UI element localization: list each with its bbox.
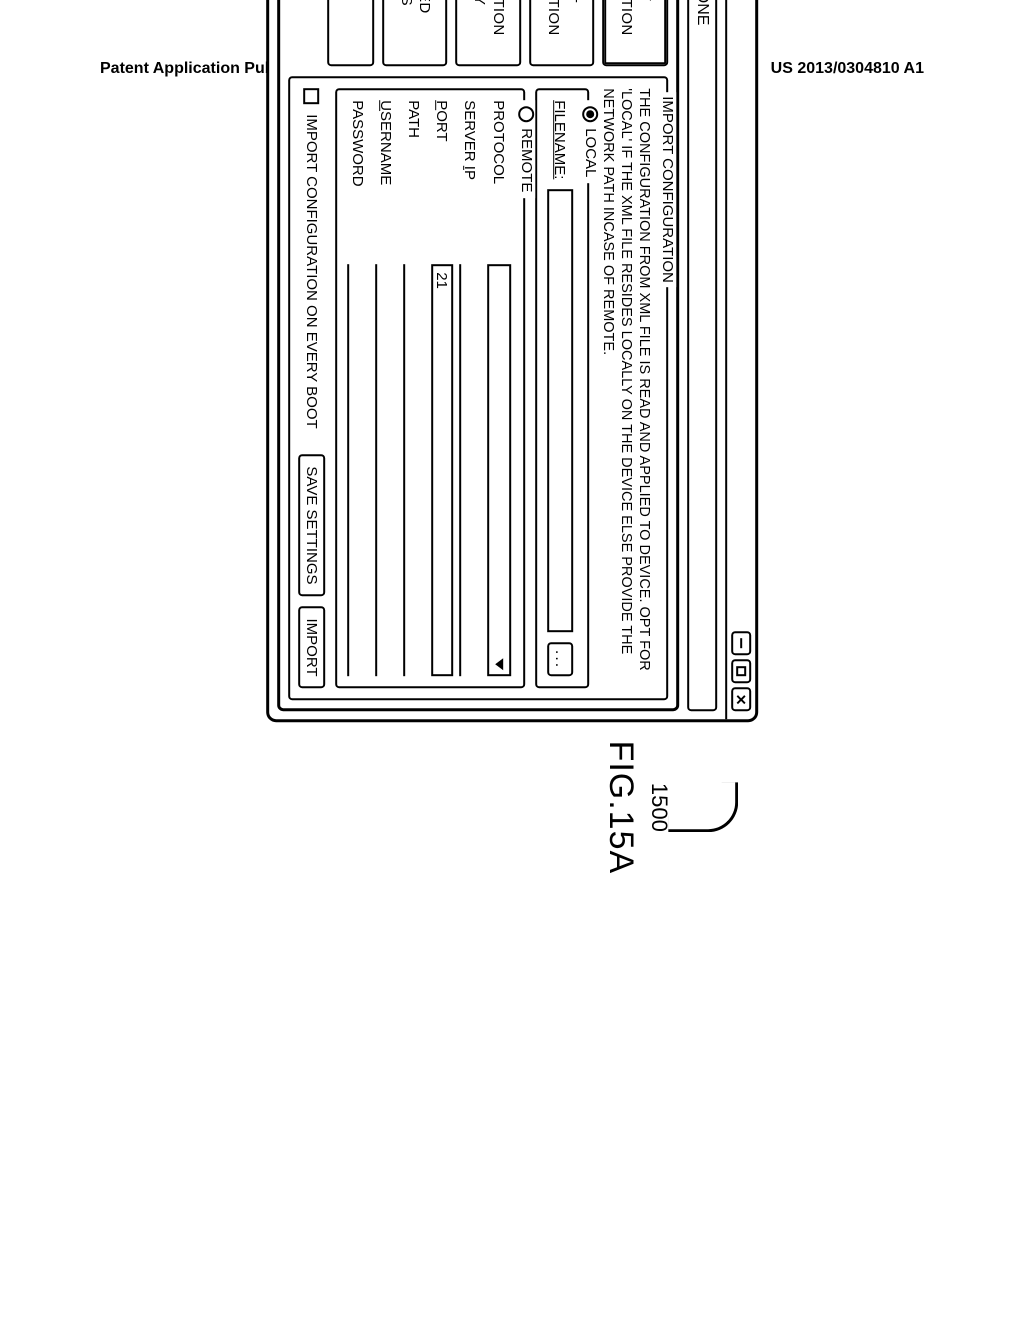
- close-button[interactable]: ✕: [731, 688, 751, 712]
- reference-callout: 1500 FIG.15A: [601, 741, 758, 875]
- reference-number: 1500: [646, 783, 672, 832]
- browse-button[interactable]: ...: [547, 643, 573, 677]
- sidebar: IMPORT CONFIGURATION EXPORT CONFIGURATIO…: [288, 0, 668, 66]
- local-group: LOCAL FILENAME: ...: [535, 88, 589, 688]
- filename-input[interactable]: [547, 189, 573, 632]
- protocol-select[interactable]: [487, 264, 511, 676]
- username-input[interactable]: [375, 264, 397, 676]
- port-input[interactable]: 21: [431, 264, 453, 676]
- username-label: USERNAME: [377, 100, 394, 250]
- local-radio[interactable]: [582, 106, 598, 122]
- import-button[interactable]: IMPORT: [298, 607, 325, 689]
- nav-advanced-options[interactable]: ADVANCED OPTIONS: [382, 0, 448, 66]
- active-xml-banner: ACTIVE XML: NONE: [687, 0, 717, 712]
- nav-configuration-history[interactable]: CONFIGURATION HISTORY: [456, 0, 522, 66]
- local-legend: LOCAL: [582, 128, 599, 177]
- nav-export-configuration[interactable]: EXPORT CONFIGURATION: [529, 0, 595, 66]
- main-frame: IMPORT CONFIGURATION EXPORT CONFIGURATIO…: [277, 0, 679, 712]
- figure-label: FIG.15A: [601, 741, 640, 875]
- remote-group: REMOTE PROTOCOL SERVER IP PORT: [335, 88, 525, 688]
- port-label: PORT: [433, 100, 450, 250]
- doc-header-right: US 2013/0304810 A1: [771, 60, 924, 78]
- chevron-down-icon: [495, 659, 503, 671]
- serverip-input[interactable]: [459, 264, 481, 676]
- titlebar: ◬ PYRAMID ✕: [725, 0, 755, 720]
- minimize-button[interactable]: [731, 632, 751, 656]
- nav-import-configuration[interactable]: IMPORT CONFIGURATION: [603, 0, 669, 66]
- protocol-label: PROTOCOL: [490, 100, 507, 250]
- import-on-boot-label: IMPORT CONFIGURATION ON EVERY BOOT: [303, 114, 320, 429]
- import-config-panel: IMPORT CONFIGURATION THE CONFIGURATION F…: [288, 76, 668, 700]
- save-settings-button[interactable]: SAVE SETTINGS: [298, 454, 325, 596]
- filename-label: FILENAME:: [551, 100, 568, 179]
- password-input[interactable]: [347, 264, 369, 676]
- path-input[interactable]: [403, 264, 425, 676]
- path-label: PATH: [405, 100, 422, 250]
- serverip-label: SERVER IP: [461, 100, 478, 250]
- maximize-button[interactable]: [731, 660, 751, 684]
- password-label: PASSWORD: [349, 100, 366, 250]
- panel-legend: IMPORT CONFIGURATION: [659, 92, 676, 287]
- remote-legend: REMOTE: [518, 128, 535, 192]
- nav-about[interactable]: ABOUT: [327, 0, 374, 66]
- import-on-boot-checkbox[interactable]: [303, 88, 319, 104]
- remote-radio[interactable]: [518, 106, 534, 122]
- panel-description: THE CONFIGURATION FROM XML FILE IS READ …: [599, 88, 653, 688]
- app-window: ◬ PYRAMID ✕ ACTIVE XML: NONE IMPORT: [266, 0, 758, 723]
